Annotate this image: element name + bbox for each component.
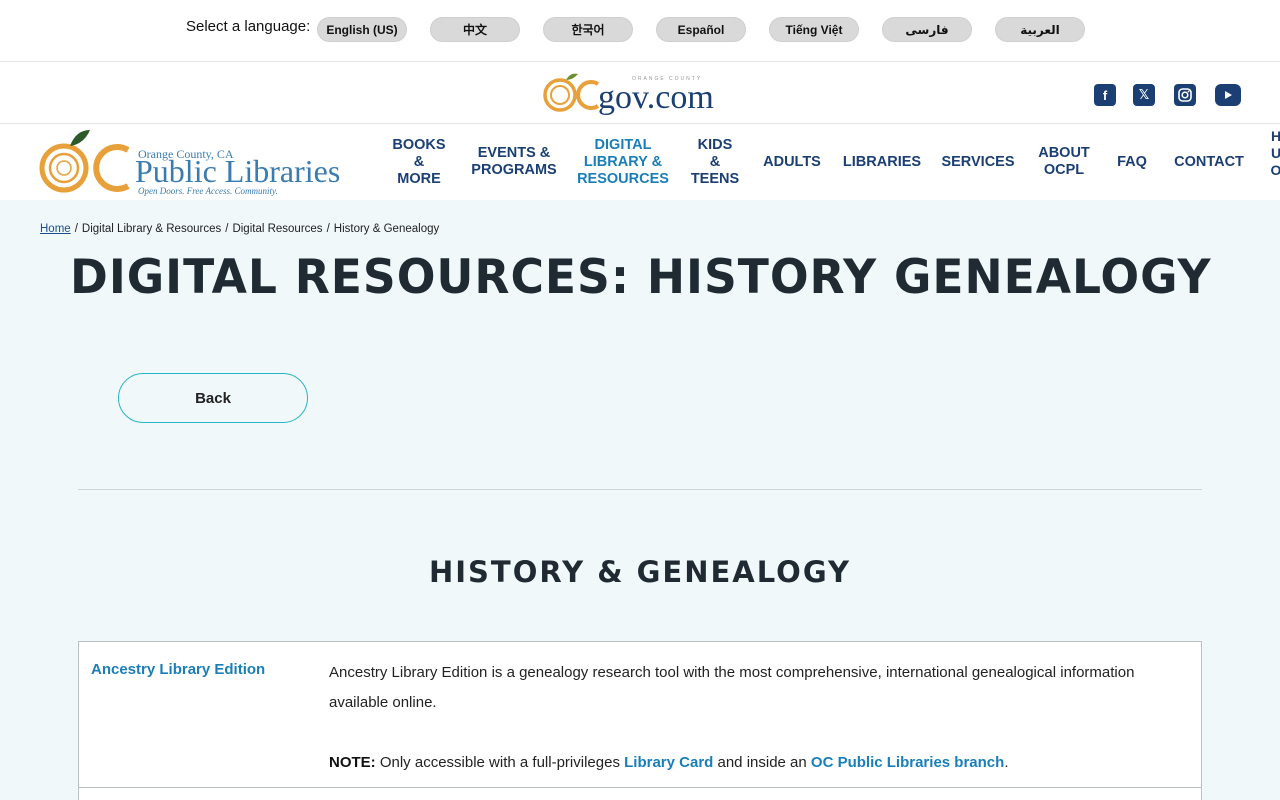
lang-chinese-button[interactable]: 中文 [430,17,520,42]
nav-faq[interactable]: FAQ [1110,124,1154,200]
note-text-mid: and inside an [717,754,807,771]
nav-overflow-item[interactable]: H U O [1266,124,1280,200]
youtube-icon[interactable] [1215,84,1241,106]
nav-digital-library[interactable]: DIGITAL LIBRARY & RESOURCES [577,124,669,200]
svg-text:gov.com: gov.com [598,79,714,116]
breadcrumb: Home / Digital Library & Resources / Digital… [40,223,440,235]
nav-services[interactable]: SERVICES [940,124,1016,200]
breadcrumb-home-link[interactable]: Home [40,223,71,235]
nav-kids-teens[interactable]: KIDS & TEENS [688,124,742,200]
svg-text:ORANGE COUNTY: ORANGE COUNTY [632,76,702,82]
ocgov-header: gov.com ORANGE COUNTY f 𝕏 [0,62,1280,124]
nav-about-ocpl[interactable]: ABOUT OCPL [1034,124,1094,200]
nav-books-more[interactable]: BOOKS & MORE [390,124,448,200]
section-title: HISTORY & GENEALOGY [428,555,851,589]
note-text-end: . [1004,754,1009,771]
lang-spanish-button[interactable]: Español [656,17,746,42]
branch-link[interactable]: OC Public Libraries branch [811,754,1004,771]
lang-english-button[interactable]: English (US) [317,17,407,42]
svg-text:Public Libraries: Public Libraries [135,153,340,189]
resource-description: Ancestry Library Edition is a genealogy … [329,664,1135,711]
resources-table: Ancestry Library Edition Ancestry Librar… [78,641,1202,800]
note-label: NOTE: [329,754,376,771]
nav-adults[interactable]: ADULTS [760,124,824,200]
page-title: DIGITAL RESOURCES: HISTORY GENEALOGY [70,250,1212,305]
section-divider [78,489,1202,490]
breadcrumb-digital-library[interactable]: Digital Library & Resources [82,223,221,235]
back-button[interactable]: Back [118,373,308,423]
nav-contact[interactable]: CONTACT [1170,124,1248,200]
lang-korean-button[interactable]: 한국어 [543,17,633,42]
breadcrumb-current: History & Genealogy [333,223,440,235]
nav-events-programs[interactable]: EVENTS & PROGRAMS [466,124,562,200]
lang-farsi-button[interactable]: فارسی [882,17,972,42]
ocpl-logo[interactable]: Orange County, CA Public Libraries Open … [38,128,378,196]
table-row: Ancestry Library Edition Ancestry Librar… [79,642,1201,788]
note-text-pre: Only accessible with a full-privileges [379,754,620,771]
instagram-icon[interactable] [1174,84,1196,106]
language-label: Select a language: [186,18,311,35]
facebook-icon[interactable]: f [1094,84,1116,106]
nav-libraries[interactable]: LIBRARIES [842,124,922,200]
lang-arabic-button[interactable]: العربية [995,17,1085,42]
language-bar: Select a language: English (US) 中文 한국어 E… [0,0,1280,62]
breadcrumb-digital-resources[interactable]: Digital Resources [232,223,322,235]
resource-note: NOTE: Only accessible with a full-privil… [329,748,1179,778]
ocgov-logo[interactable]: gov.com ORANGE COUNTY [540,68,745,120]
svg-text:Open Doors. Free Access. Commu: Open Doors. Free Access. Community. [138,186,278,196]
lang-vietnamese-button[interactable]: Tiếng Việt [769,17,859,42]
main-navigation: Orange County, CA Public Libraries Open … [0,124,1280,200]
x-icon[interactable]: 𝕏 [1133,84,1155,106]
library-card-link[interactable]: Library Card [624,754,713,771]
resource-name-link[interactable]: Ancestry Library Edition [91,661,265,678]
